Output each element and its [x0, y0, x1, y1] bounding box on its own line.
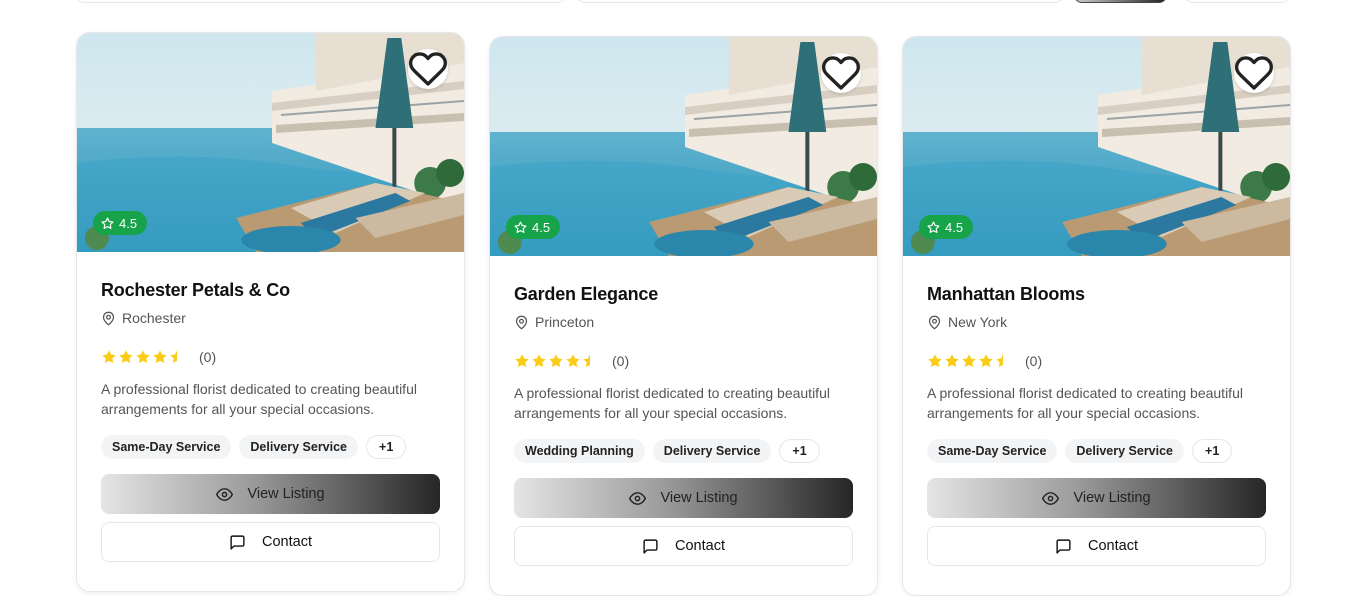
listing-card: 4.5 Garden Elegance Princeton (0) A prof…	[489, 36, 878, 596]
rating-star-icon	[583, 354, 590, 367]
rating-star-icon	[996, 354, 1003, 367]
eye-icon	[629, 491, 647, 505]
location-text: Princeton	[535, 314, 595, 330]
service-tags: Same-Day Service Delivery Service +1	[927, 439, 1266, 463]
service-tag: Delivery Service	[1065, 439, 1185, 463]
service-tag: Same-Day Service	[927, 439, 1058, 463]
service-tags: Wedding Planning Delivery Service +1	[514, 439, 853, 463]
rating-star-icon	[119, 350, 133, 363]
listing-description: A professional florist dedicated to crea…	[927, 385, 1243, 421]
rating-star-icon	[515, 354, 529, 367]
view-listing-label: View Listing	[660, 490, 738, 506]
listing-description: A professional florist dedicated to crea…	[101, 381, 417, 417]
listing-location: Princeton	[514, 312, 853, 332]
view-listing-button[interactable]: View Listing	[514, 478, 853, 518]
heart-icon	[408, 52, 447, 86]
contact-label: Contact	[675, 538, 725, 554]
listing-location: Rochester	[101, 308, 440, 328]
rating-star-icon	[962, 354, 976, 367]
star-icon	[927, 220, 940, 233]
map-pin-icon	[928, 315, 941, 329]
contact-button[interactable]: Contact	[101, 522, 440, 562]
rating-star-icon	[170, 350, 177, 363]
star-icon	[101, 216, 114, 229]
rating-badge: 4.5	[919, 215, 974, 239]
location-filter[interactable]	[577, 0, 1063, 3]
rating-star-icon	[928, 354, 942, 367]
view-listing-label: View Listing	[1073, 490, 1151, 506]
star-rating: (0)	[927, 351, 1266, 371]
eye-icon	[1042, 491, 1060, 505]
rating-star-icon	[549, 354, 563, 367]
view-listing-button[interactable]: View Listing	[101, 474, 440, 514]
search-input[interactable]	[76, 0, 566, 3]
listing-image: 4.5	[77, 33, 464, 252]
favorite-button[interactable]	[821, 53, 861, 93]
search-button[interactable]	[1074, 0, 1167, 3]
listing-title[interactable]: Garden Elegance	[514, 283, 853, 305]
rating-star-icon	[979, 354, 993, 367]
review-count: (0)	[612, 353, 630, 369]
message-square-icon	[1056, 538, 1071, 554]
rating-star-icon	[532, 354, 546, 367]
star-icon	[514, 220, 527, 233]
listing-title[interactable]: Rochester Petals & Co	[101, 279, 440, 301]
rating-star-icon	[136, 350, 150, 363]
contact-button[interactable]: Contact	[514, 526, 853, 566]
listing-image: 4.5	[903, 37, 1290, 256]
service-tags: Same-Day Service Delivery Service +1	[101, 435, 440, 459]
service-tag: Delivery Service	[652, 439, 772, 463]
location-text: Rochester	[122, 310, 186, 326]
rating-star-icon	[102, 350, 116, 363]
more-tags-badge[interactable]: +1	[1192, 439, 1233, 463]
rating-star-icon	[566, 354, 580, 367]
view-listing-label: View Listing	[247, 486, 325, 502]
more-tags-badge[interactable]: +1	[779, 439, 820, 463]
more-tags-badge[interactable]: +1	[366, 435, 407, 459]
listing-location: New York	[927, 312, 1266, 332]
rating-star-icon	[153, 350, 167, 363]
review-count: (0)	[199, 349, 217, 365]
listing-card: 4.5 Manhattan Blooms New York (0) A prof…	[902, 36, 1291, 596]
listing-card: 4.5 Rochester Petals & Co Rochester (0) …	[76, 32, 465, 592]
rating-value: 4.5	[945, 219, 964, 235]
service-tag: Same-Day Service	[101, 435, 232, 459]
view-listing-button[interactable]: View Listing	[927, 478, 1266, 518]
message-square-icon	[230, 534, 245, 550]
sort-select[interactable]	[1185, 0, 1290, 3]
heart-icon	[821, 56, 860, 90]
rating-badge: 4.5	[506, 215, 561, 239]
rating-value: 4.5	[119, 215, 138, 231]
rating-value: 4.5	[532, 219, 551, 235]
rating-badge: 4.5	[93, 211, 148, 235]
listing-image: 4.5	[490, 37, 877, 256]
contact-label: Contact	[1088, 538, 1138, 554]
listing-description: A professional florist dedicated to crea…	[514, 385, 830, 421]
contact-label: Contact	[262, 534, 312, 550]
favorite-button[interactable]	[1234, 53, 1274, 93]
eye-icon	[216, 487, 234, 501]
service-tag: Delivery Service	[239, 435, 359, 459]
message-square-icon	[643, 538, 658, 554]
filter-bar	[0, 0, 1348, 3]
map-pin-icon	[515, 315, 528, 329]
star-rating: (0)	[101, 347, 440, 367]
listing-title[interactable]: Manhattan Blooms	[927, 283, 1266, 305]
heart-icon	[1234, 56, 1273, 90]
favorite-button[interactable]	[408, 49, 448, 89]
service-tag: Wedding Planning	[514, 439, 645, 463]
review-count: (0)	[1025, 353, 1043, 369]
contact-button[interactable]: Contact	[927, 526, 1266, 566]
map-pin-icon	[102, 311, 115, 325]
rating-star-icon	[945, 354, 959, 367]
location-text: New York	[948, 314, 1008, 330]
star-rating: (0)	[514, 351, 853, 371]
